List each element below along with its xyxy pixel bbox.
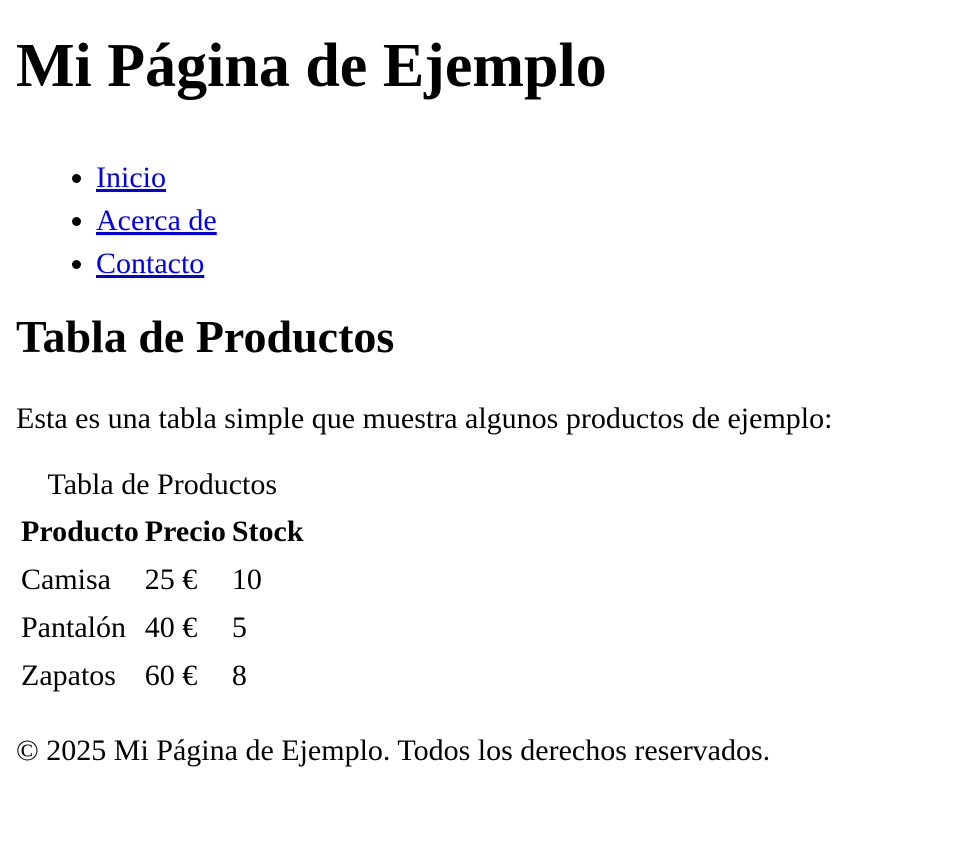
table-row: Camisa 25 € 10 bbox=[20, 557, 305, 601]
cell-stock: 5 bbox=[231, 611, 247, 644]
cell-producto: Camisa bbox=[21, 563, 111, 596]
nav-list: Inicio Acerca de Contacto bbox=[16, 156, 956, 285]
table-head: Producto Precio Stock bbox=[20, 511, 305, 553]
cell-stock: 10 bbox=[231, 563, 262, 596]
page-footer: © 2025 Mi Página de Ejemplo. Todos los d… bbox=[16, 734, 771, 767]
nav-item-contacto: Contacto bbox=[96, 242, 956, 285]
page-header: Mi Página de Ejemplo bbox=[16, 0, 956, 104]
column-header-stock: Stock bbox=[231, 515, 304, 548]
page: Mi Página de Ejemplo Inicio Acerca de Co… bbox=[0, 0, 972, 771]
intro-text: Esta es una tabla simple que muestra alg… bbox=[16, 402, 833, 435]
main-content: Tabla de Productos Esta es una tabla sim… bbox=[16, 309, 956, 701]
nav-link-contacto[interactable]: Contacto bbox=[96, 247, 204, 280]
nav-item-inicio: Inicio bbox=[96, 156, 956, 199]
cell-producto: Zapatos bbox=[21, 659, 116, 692]
table-caption: Tabla de Productos bbox=[47, 468, 278, 501]
nav-link-acerca-de[interactable]: Acerca de bbox=[96, 204, 217, 237]
main-nav: Inicio Acerca de Contacto bbox=[16, 156, 956, 285]
products-table: Tabla de Productos Producto Precio Stock… bbox=[16, 465, 309, 701]
section-title: Tabla de Productos bbox=[16, 311, 395, 362]
cell-precio: 25 € bbox=[144, 563, 198, 596]
table-row: Pantalón 40 € 5 bbox=[20, 605, 305, 649]
cell-precio: 60 € bbox=[144, 659, 198, 692]
column-header-producto: Producto bbox=[21, 515, 139, 548]
table-body: Camisa 25 € 10 Pantalón 40 € 5 Zapatos 6… bbox=[20, 557, 305, 697]
page-title: Mi Página de Ejemplo bbox=[16, 32, 607, 100]
cell-stock: 8 bbox=[231, 659, 247, 692]
nav-item-acerca-de: Acerca de bbox=[96, 199, 956, 242]
column-header-precio: Precio bbox=[144, 515, 226, 548]
table-row: Zapatos 60 € 8 bbox=[20, 653, 305, 697]
nav-link-inicio[interactable]: Inicio bbox=[96, 161, 166, 194]
table-header-row: Producto Precio Stock bbox=[20, 511, 305, 553]
cell-producto: Pantalón bbox=[21, 611, 126, 644]
cell-precio: 40 € bbox=[144, 611, 198, 644]
